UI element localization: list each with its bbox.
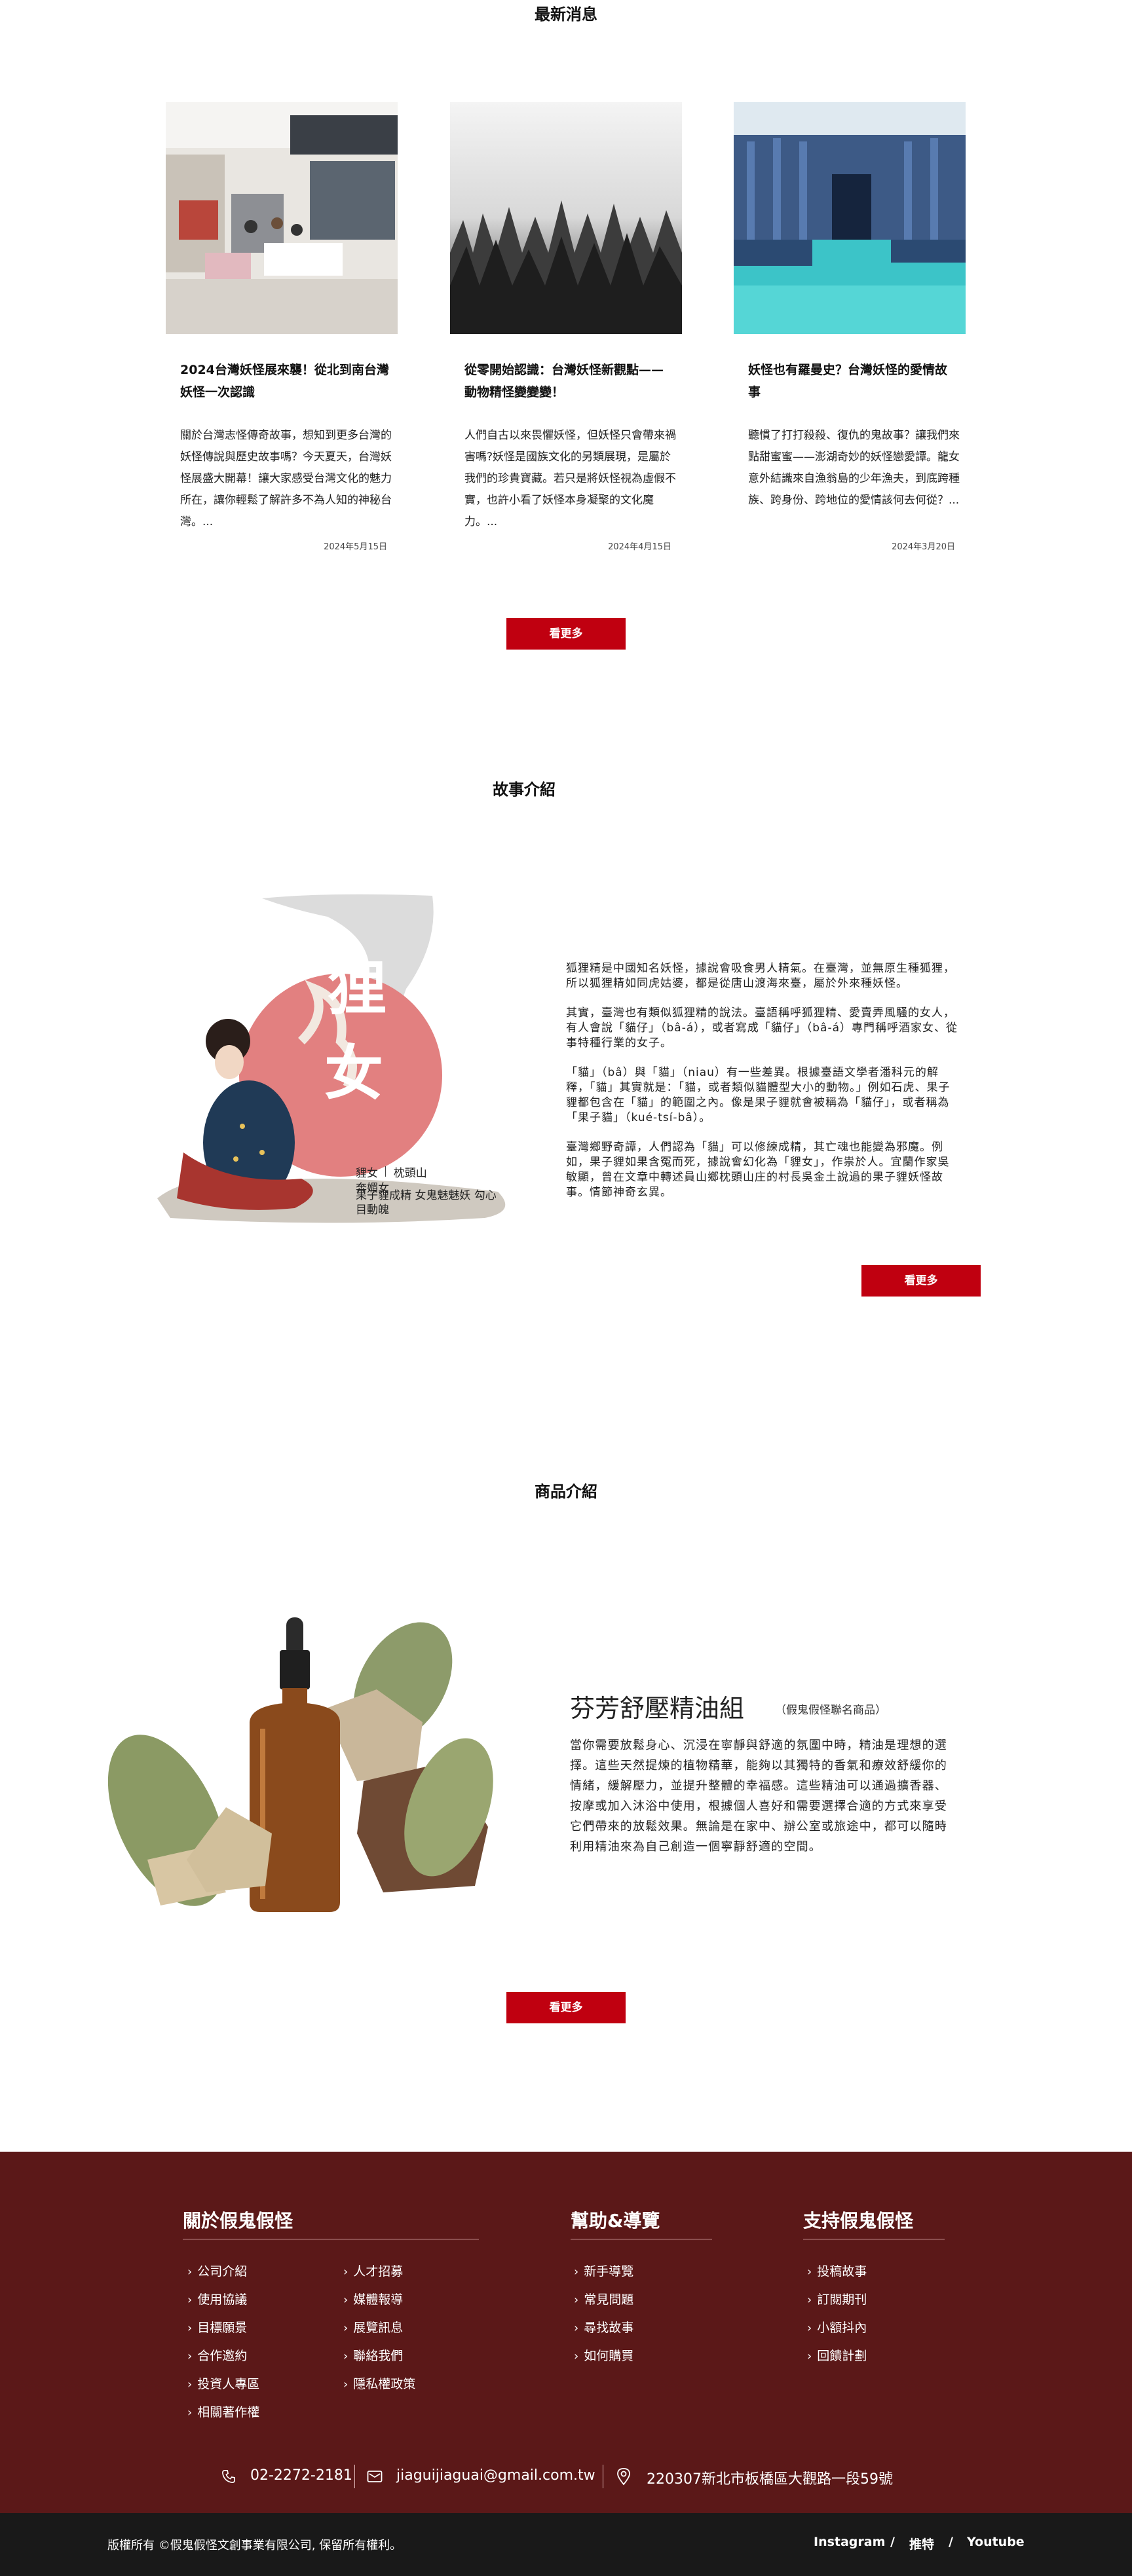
chevron-right-icon: › [343,2265,349,2279]
chevron-right-icon: › [574,2293,579,2307]
footer-link[interactable]: › 相關著作權 [187,2402,259,2420]
social-separator: / [890,2535,895,2549]
story-tag-line: 果子貍成精 女鬼魅魅妖 勾心 [356,1189,497,1202]
story-tag-line: 貍女 枕頭山 [356,1166,427,1181]
footer-link[interactable]: › 如何購買 [574,2346,633,2364]
chevron-right-icon: › [187,2293,193,2307]
news-card-image[interactable] [450,102,682,334]
news-card-date: 2024年3月20日 [892,542,955,552]
news-card-desc: 人們自古以來畏懼妖怪，但妖怪只會帶來禍害嗎?妖怪是國族文化的另類展現，是屬於我們… [464,429,676,528]
product-description: 當你需要放鬆身心、沉浸在寧靜與舒適的氛圍中時，精油是理想的選擇。這些天然提煉的植… [570,1739,947,1854]
news-card-desc: 聽慣了打打殺殺、復仇的鬼故事？讓我們來點甜蜜蜜——澎湖奇妙的妖怪戀愛譚。龍女意外… [748,429,960,507]
news-card[interactable]: 妖怪也有羅曼史？台灣妖怪的愛情故事 聽慣了打打殺殺、復仇的鬼故事？讓我們來點甜蜜… [734,102,966,554]
story-paragraph: 狐狸精是中國知名妖怪，據說會吸食男人精氣。在臺灣，並無原生種狐狸，所以狐狸精如同… [566,962,955,990]
footer-link[interactable]: › 訂閱期刊 [807,2290,867,2308]
contact-address: 220307新北市板橋區大觀路一段59號 [647,2471,893,2488]
chevron-right-icon: › [807,2349,812,2363]
story-illustration: 狸 女 [131,891,524,1238]
news-section-title: 最新消息 [535,5,597,24]
chevron-right-icon: › [343,2378,349,2391]
footer-link[interactable]: › 使用協議 [187,2290,247,2308]
chevron-right-icon: › [807,2293,812,2307]
footer-link[interactable]: › 新手導覽 [574,2262,633,2279]
news-card-title[interactable]: 從零開始認識：台灣妖怪新觀點——動物精怪變變變！ [464,359,674,403]
chevron-right-icon: › [343,2321,349,2335]
footer-link[interactable]: › 投資人專區 [187,2374,259,2392]
chevron-right-icon: › [187,2265,193,2279]
location-pin-icon [616,2467,631,2488]
product-more-button[interactable]: 看更多 [506,1992,626,2023]
footer [0,2152,1132,2513]
story-more-button[interactable]: 看更多 [861,1265,981,1297]
story-tag-word: 貍女 [356,1167,378,1180]
news-card-image[interactable] [734,102,966,334]
social-separator: / [949,2535,953,2549]
story-paragraph: 臺灣鄉野奇譚，人們認為「貓」可以修練成精，其亡魂也能變為邪魔。例如，果子貍如果含… [566,1141,950,1199]
story-art-glyph: 狸 [328,953,387,1023]
chevron-right-icon: › [574,2321,579,2335]
footer-link[interactable]: › 回饋計劃 [807,2346,867,2364]
footer-link[interactable]: › 小額抖內 [807,2318,867,2336]
footer-about-heading: 關於假鬼假怪 [183,2210,293,2232]
footer-link[interactable]: › 常見問題 [574,2290,633,2308]
news-more-button[interactable]: 看更多 [506,618,626,650]
story-art-glyph: 女 [324,1039,383,1108]
footer-link[interactable]: › 尋找故事 [574,2318,633,2336]
chevron-right-icon: › [187,2378,193,2391]
chevron-right-icon: › [574,2265,579,2279]
chevron-right-icon: › [187,2349,193,2363]
phone-icon [221,2469,236,2486]
chevron-right-icon: › [343,2349,349,2363]
story-section-title: 故事介紹 [493,781,556,799]
social-link-instagram[interactable]: Instagram [814,2535,885,2549]
product-section-title: 商品介紹 [535,1482,597,1501]
social-link-twitter[interactable]: 推特 [909,2535,934,2552]
news-card-title[interactable]: 妖怪也有羅曼史？台灣妖怪的愛情故事 [748,359,958,403]
footer-link[interactable]: › 展覽訊息 [343,2318,403,2336]
social-link-youtube[interactable]: Youtube [967,2535,1025,2549]
chevron-right-icon: › [343,2293,349,2307]
chevron-right-icon: › [187,2321,193,2335]
news-card-desc: 關於台灣志怪傳奇故事，想知到更多台灣的妖怪傳說與歷史故事嗎？今天夏天，台灣妖怪展… [180,429,392,528]
product-subtitle: （假鬼假怪聯名商品） [775,1704,886,1717]
footer-link[interactable]: › 合作邀約 [187,2346,247,2364]
news-card-image[interactable] [166,102,398,334]
footer-link[interactable]: › 媒體報導 [343,2290,403,2308]
story-paragraph: 「貓」（bâ）與「貓」（niau）有一些差異。根據臺語文學者潘科元的解釋，「貓」… [566,1066,951,1124]
news-card-date: 2024年4月15日 [608,542,671,552]
contact-phone[interactable]: 02-2272-2181 [250,2467,352,2484]
mail-icon [367,2470,383,2486]
story-tag-word: 枕頭山 [393,1167,427,1180]
footer-link[interactable]: › 隱私權政策 [343,2374,415,2392]
footer-link[interactable]: › 聯絡我們 [343,2346,403,2364]
chevron-right-icon: › [807,2321,812,2335]
footer-link[interactable]: › 公司介紹 [187,2262,247,2279]
chevron-right-icon: › [187,2406,193,2420]
product-name: 芬芳舒壓精油組 [570,1694,745,1723]
chevron-right-icon: › [807,2265,812,2279]
chevron-right-icon: › [574,2349,579,2363]
story-text: 狐狸精是中國知名妖怪，據說會吸食男人精氣。在臺灣，並無原生種狐狸，所以狐狸精如同… [566,961,959,1215]
news-card-title[interactable]: 2024台灣妖怪展來襲！從北到南台灣妖怪一次認識 [180,359,390,403]
footer-link[interactable]: › 人才招募 [343,2262,403,2279]
news-card[interactable]: 2024台灣妖怪展來襲！從北到南台灣妖怪一次認識 關於台灣志怪傳奇故事，想知到更… [166,102,398,554]
product-image [107,1611,527,1919]
footer-divider [354,2465,355,2488]
footer-link[interactable]: › 目標願景 [187,2318,247,2336]
footer-help-heading: 幫助&導覽 [571,2210,660,2232]
footer-link[interactable]: › 投稿故事 [807,2262,867,2279]
footer-support-heading: 支持假鬼假怪 [803,2210,914,2232]
copyright: 版權所有 ©假鬼假怪文創事業有限公司, 保留所有權利。 [107,2539,402,2552]
news-card[interactable]: 從零開始認識：台灣妖怪新觀點——動物精怪變變變！ 人們自古以來畏懼妖怪，但妖怪只… [450,102,682,554]
story-paragraph: 其實，臺灣也有類似狐狸精的說法。臺語稱呼狐狸精、愛賣弄風騷的女人，有人會說「貓仔… [566,1006,958,1050]
contact-email[interactable]: jiaguijiaguai@gmail.com.tw [396,2467,595,2484]
story-tag-line: 目動魄 [356,1204,389,1217]
news-card-date: 2024年5月15日 [324,542,387,552]
